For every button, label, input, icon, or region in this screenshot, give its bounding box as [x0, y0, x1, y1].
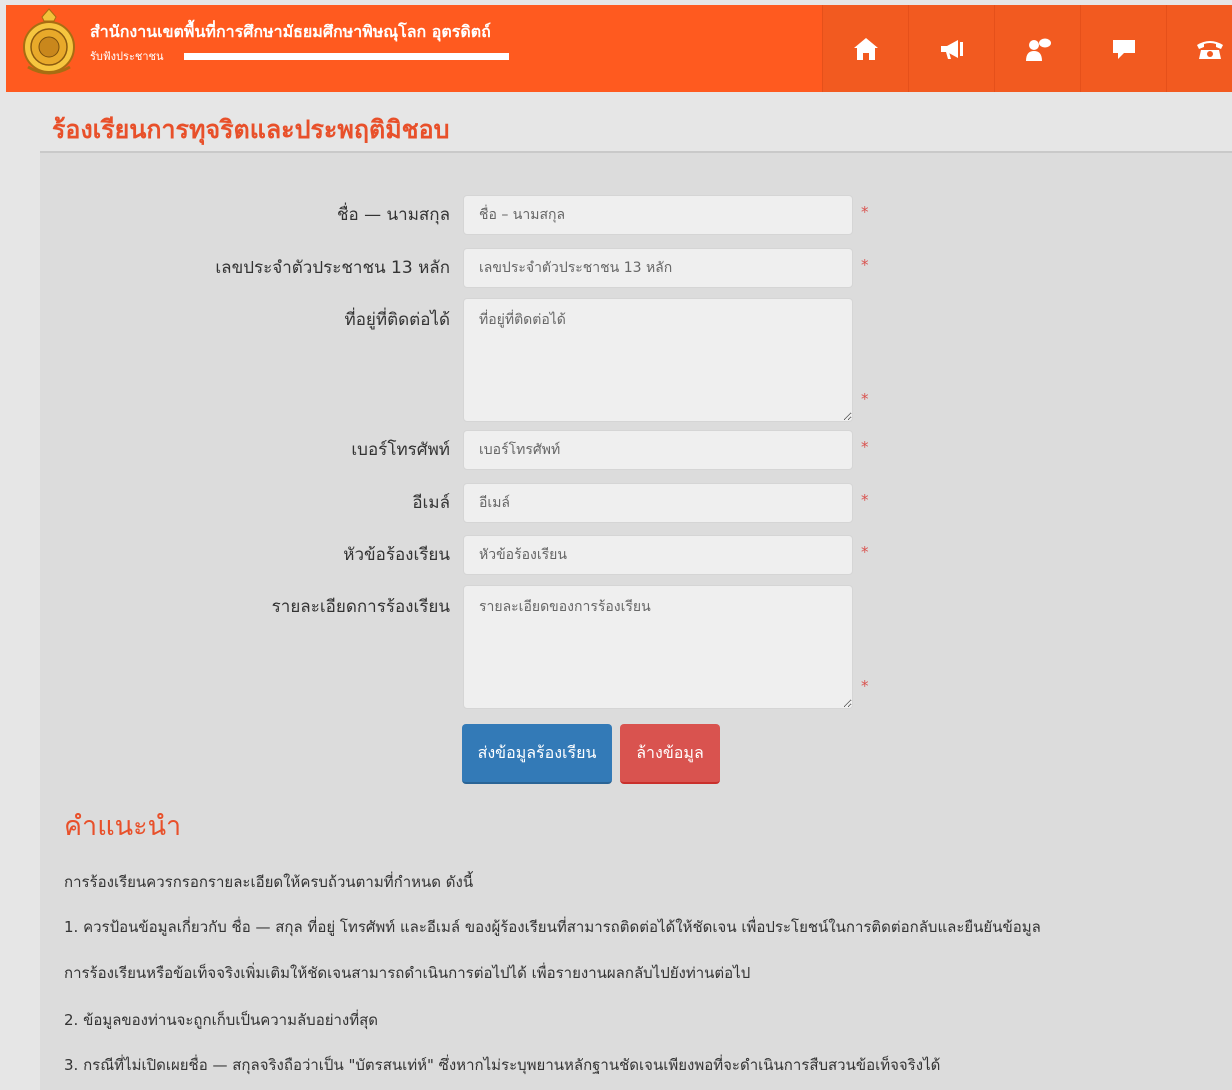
detail-required-mark: *: [861, 677, 869, 695]
nav-chat[interactable]: [1080, 5, 1166, 92]
subtitle-underline: [184, 53, 509, 60]
home-icon: [853, 37, 878, 60]
phone-label: เบอร์โทรศัพท์: [351, 440, 450, 460]
submit-complaint-button[interactable]: ส่งข้อมูลร้องเรียน: [462, 724, 612, 784]
subject-input[interactable]: [463, 535, 853, 575]
address-textarea[interactable]: [463, 298, 853, 422]
email-input[interactable]: [463, 483, 853, 523]
national-id-input[interactable]: [463, 248, 853, 288]
guide-intro: การร้องเรียนควรกรอกรายละเอียดให้ครบถ้วนต…: [64, 873, 474, 891]
guide-item-1-line-1: 1. ควรป้อนข้อมูลเกี่ยวกับ ชื่อ — สกุล ที…: [64, 918, 1041, 936]
guide-item-3: 3. กรณีที่ไม่เปิดเผยชื่อ — สกุลจริงถือว่…: [64, 1056, 941, 1074]
phone-input[interactable]: [463, 430, 853, 470]
id-required-mark: *: [861, 256, 869, 274]
guide-item-2: 2. ข้อมูลของท่านจะถูกเก็บเป็นความลับอย่า…: [64, 1011, 379, 1029]
name-label: ชื่อ — นามสกุล: [336, 205, 450, 225]
nav-complaint[interactable]: [994, 5, 1080, 92]
chat-icon: [1112, 39, 1135, 59]
id-label: เลขประจำตัวประชาชน 13 หลัก: [215, 258, 450, 278]
nav-home[interactable]: [822, 5, 908, 92]
detail-textarea[interactable]: [463, 585, 853, 709]
top-header: สำนักงานเขตพื้นที่การศึกษามัธยมศึกษาพิษณ…: [6, 5, 1232, 92]
org-subtitle: รับฟังประชาชน: [90, 50, 164, 63]
org-name: สำนักงานเขตพื้นที่การศึกษามัธยมศึกษาพิษณ…: [90, 22, 491, 41]
top-nav: [822, 5, 1232, 92]
page-title: ร้องเรียนการทุจริตและประพฤติมิชอบ: [52, 115, 450, 144]
subject-required-mark: *: [861, 543, 869, 561]
email-label: อีเมล์: [412, 493, 450, 513]
email-required-mark: *: [861, 491, 869, 509]
subject-label: หัวข้อร้องเรียน: [343, 545, 450, 565]
nav-contact[interactable]: [1166, 5, 1232, 92]
detail-label: รายละเอียดการร้องเรียน: [271, 597, 450, 617]
guide-title: คำแนะนำ: [64, 811, 182, 842]
address-required-mark: *: [861, 390, 869, 408]
name-required-mark: *: [861, 203, 869, 221]
org-logo[interactable]: [20, 7, 78, 79]
name-input[interactable]: [463, 195, 853, 235]
nav-announcements[interactable]: [908, 5, 994, 92]
user-comment-icon: [1025, 38, 1051, 61]
address-label: ที่อยู่ที่ติดต่อได้: [344, 310, 450, 330]
guide-item-1-line-2: การร้องเรียนหรือข้อเท็จจริงเพิ่มเติมให้ช…: [64, 964, 751, 982]
megaphone-icon: [940, 39, 963, 59]
reset-form-button[interactable]: ล้างข้อมูล: [620, 724, 720, 784]
phone-icon: [1196, 40, 1223, 59]
phone-required-mark: *: [861, 438, 869, 456]
